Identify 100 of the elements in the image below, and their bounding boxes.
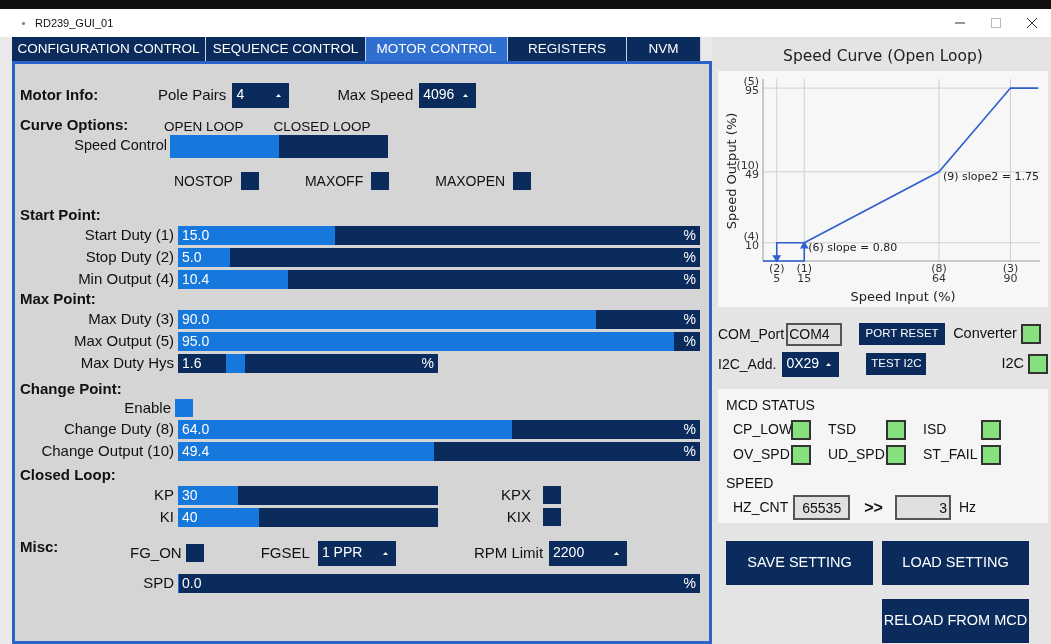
field-label: I2C_Add.: [718, 354, 777, 374]
checkbox[interactable]: [185, 544, 204, 562]
com-port-field[interactable]: COM4: [786, 322, 843, 346]
caret-icon: [382, 552, 388, 555]
slider[interactable]: 30: [178, 485, 438, 505]
point-reference: (1): [796, 262, 813, 275]
arrow-label: >>: [864, 497, 883, 518]
field-label: Pole Pairs: [158, 84, 227, 105]
status-label: OV_SPD: [733, 445, 791, 464]
frequency-field[interactable]: 3: [894, 495, 951, 520]
action-button[interactable]: RELOAD FROM MCD: [882, 599, 1029, 643]
annotation: (6) slope = 0.80: [808, 240, 898, 254]
checkbox[interactable]: [240, 172, 259, 190]
caret-icon: [463, 94, 469, 97]
tab[interactable]: NVM: [627, 37, 701, 61]
section-title: Motor Info:: [20, 84, 100, 105]
dropdown[interactable]: 1 PPR: [317, 540, 396, 566]
x-tick-label: 5: [773, 272, 781, 285]
field-label: Max Duty (3): [87, 308, 175, 329]
close-icon[interactable]: [1027, 18, 1037, 28]
flag-label: MAXOFF: [304, 171, 364, 191]
field-label: KP: [153, 484, 175, 505]
checkbox[interactable]: [175, 399, 193, 417]
tab[interactable]: SEQUENCE CONTROL: [206, 37, 366, 61]
field-label: FGSEL: [260, 542, 310, 563]
field-label: SPD: [142, 572, 175, 593]
unit-label: %: [683, 225, 696, 245]
hz-count-field[interactable]: 65535: [793, 495, 851, 520]
slider[interactable]: 15.0 %: [178, 225, 700, 245]
field-label: HZ_CNT: [733, 498, 789, 517]
mode-toggle[interactable]: [279, 134, 388, 158]
slider[interactable]: 10.4 %: [178, 269, 700, 289]
slider[interactable]: 90.0 %: [178, 309, 700, 329]
flag-label: KIX: [505, 506, 532, 527]
slider-value: 90.0: [181, 310, 210, 327]
tab[interactable]: MOTOR CONTROL: [366, 37, 508, 61]
slider-value: 1.6: [181, 353, 203, 373]
checkbox[interactable]: [543, 508, 561, 526]
group-title: MCD STATUS: [726, 396, 816, 415]
caret-icon: [826, 363, 832, 366]
x-tick-label: 15: [797, 272, 812, 285]
app-icon: [22, 21, 25, 25]
tab[interactable]: REGISTERS: [508, 37, 627, 61]
action-button[interactable]: LOAD SETTING: [882, 541, 1029, 585]
mode-label: OPEN LOOP: [163, 118, 245, 132]
unit-label: %: [421, 353, 434, 373]
checkbox[interactable]: [543, 486, 561, 504]
mode-toggle[interactable]: [170, 134, 279, 158]
field-label: FG_ON: [130, 542, 182, 563]
field-label: Converter: [953, 324, 1017, 344]
field-label: Start Duty (1): [83, 224, 175, 245]
slider-value: 95.0: [181, 332, 210, 349]
section-title: Misc:: [20, 537, 60, 557]
dropdown[interactable]: 4096: [419, 82, 477, 108]
unit-label: %: [683, 441, 696, 461]
unit-label: %: [683, 573, 696, 593]
status-label: ST_FAIL: [923, 445, 979, 464]
dropdown[interactable]: 0X29: [782, 351, 840, 377]
slider-value: 49.4: [181, 442, 210, 459]
slider[interactable]: 95.0 %: [178, 331, 700, 351]
point-reference: (3): [1002, 262, 1019, 275]
section-title: Closed Loop:: [20, 466, 117, 484]
field-label: Min Output (4): [77, 268, 175, 289]
unit-label: %: [683, 331, 696, 351]
slider[interactable]: %: [226, 353, 438, 373]
slider[interactable]: 40: [178, 507, 438, 527]
unit-label: Hz: [958, 498, 977, 517]
slider-value: 64.0: [181, 420, 210, 437]
slider[interactable]: 49.4 %: [178, 441, 700, 461]
unit-label: %: [683, 247, 696, 267]
field-label: Max Speed: [337, 84, 414, 105]
status-label: ISD: [923, 420, 948, 439]
slider[interactable]: 0.0 %: [178, 573, 700, 593]
slider-value: 15.0: [181, 226, 210, 243]
field-label: Enable: [123, 397, 172, 418]
field-label: Change Duty (8): [62, 418, 175, 439]
status-label: TSD: [828, 420, 857, 439]
field-label: RPM Limit: [473, 542, 544, 563]
hysteresis-drawing: [762, 241, 809, 263]
action-button[interactable]: TEST I2C: [866, 353, 927, 375]
flag-label: MAXOPEN: [435, 171, 506, 191]
checkbox[interactable]: [371, 172, 390, 190]
action-button[interactable]: SAVE SETTING: [726, 541, 873, 585]
checkbox[interactable]: [513, 172, 532, 190]
action-button[interactable]: PORT RESET: [859, 323, 946, 345]
flag-label: KPX: [500, 484, 532, 505]
caret-icon: [276, 94, 282, 97]
slider[interactable]: 64.0 %: [178, 419, 700, 439]
section-title: Max Point:: [20, 290, 97, 308]
window-title: RD239_GUI_01: [35, 15, 114, 31]
dropdown[interactable]: 2200: [549, 540, 628, 566]
slider[interactable]: 5.0 %: [178, 247, 700, 267]
tab[interactable]: CONFIGURATION CONTROL: [12, 37, 206, 61]
point-reference: (8): [931, 262, 947, 275]
field-label: Stop Duty (2): [84, 246, 175, 267]
chart-title: Speed Curve (Open Loop): [782, 46, 984, 67]
y-axis-title: Speed Output (%): [724, 112, 739, 230]
slider-value: 10.4: [181, 270, 210, 287]
slider-value: 0.0: [181, 574, 202, 591]
dropdown[interactable]: 4: [232, 82, 290, 108]
